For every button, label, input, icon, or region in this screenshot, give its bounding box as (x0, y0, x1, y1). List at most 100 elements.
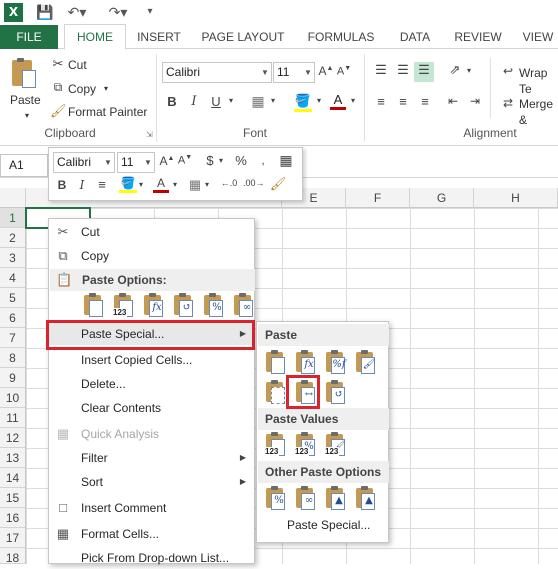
fill-color-dropdown-icon[interactable]: ▾ (314, 96, 324, 105)
align-center-icon[interactable]: ≡ (394, 94, 412, 109)
row-header[interactable]: 1 (0, 208, 26, 228)
tab-data[interactable]: DATA (390, 25, 440, 49)
bold-icon[interactable]: B (55, 178, 69, 192)
tab-review[interactable]: REVIEW (448, 25, 508, 49)
row-header[interactable]: 9 (0, 368, 26, 388)
paste-linked-picture-icon[interactable]: ▲ (353, 486, 377, 512)
paste-keep-source-format-icon[interactable]: 🖌 (353, 350, 377, 376)
paste-no-borders-icon[interactable] (263, 380, 287, 406)
mini-font-name-combo[interactable]: Calibri ▼ (53, 152, 115, 173)
font-color-icon[interactable]: A (330, 92, 346, 110)
paste-values-number-format-icon[interactable]: %123 (293, 432, 317, 458)
row-header[interactable]: 10 (0, 388, 26, 408)
row-header[interactable]: 14 (0, 468, 26, 488)
row-header[interactable]: 5 (0, 288, 26, 308)
row-header[interactable]: 15 (0, 488, 26, 508)
borders-icon[interactable]: ▦ (250, 93, 266, 110)
row-header[interactable]: 11 (0, 408, 26, 428)
row-header[interactable]: 7 (0, 328, 26, 348)
decrease-font-icon[interactable]: A▼ (177, 154, 193, 167)
align-left-icon[interactable]: ≡ (372, 94, 390, 109)
paste-formulas-icon[interactable]: fx (293, 350, 317, 376)
increase-indent-icon[interactable]: ⇥ (466, 94, 484, 108)
decrease-font-icon[interactable]: A▼ (336, 65, 352, 78)
tab-insert[interactable]: INSERT (130, 25, 188, 49)
tab-view[interactable]: VIEW (516, 25, 558, 49)
row-header[interactable]: 16 (0, 508, 26, 528)
bold-icon[interactable]: B (164, 94, 180, 109)
row-header[interactable]: 4 (0, 268, 26, 288)
name-box[interactable]: A1 (0, 154, 48, 177)
format-painter-button[interactable]: Format Painter (68, 104, 147, 120)
paste-values-icon[interactable]: 123 (263, 432, 287, 458)
decrease-indent-icon[interactable]: ⇤ (444, 94, 462, 108)
font-size-combo[interactable]: 11 ▼ (273, 62, 315, 83)
row-header[interactable]: 8 (0, 348, 26, 368)
paste-dropdown-icon[interactable]: ▾ (25, 108, 29, 124)
paste-transpose-icon[interactable]: ↺ (171, 293, 195, 319)
row-header[interactable]: 18 (0, 548, 26, 565)
paste-picture-icon[interactable]: ▲ (323, 486, 347, 512)
row-header[interactable]: 3 (0, 248, 26, 268)
menu-item-delete[interactable]: Delete... (49, 373, 254, 395)
row-header[interactable]: 12 (0, 428, 26, 448)
format-table-icon[interactable]: ▦ (277, 152, 295, 169)
menu-item-insert-copied-cells[interactable]: Insert Copied Cells... (49, 349, 254, 371)
fill-color-dropdown-icon[interactable]: ▾ (137, 180, 145, 189)
orientation-icon[interactable]: ⇗ (446, 62, 464, 78)
row-header[interactable]: 6 (0, 308, 26, 328)
tab-file[interactable]: FILE (0, 25, 58, 49)
column-header-h[interactable]: H (474, 188, 558, 208)
copy-dropdown-icon[interactable]: ▾ (104, 81, 108, 97)
italic-icon[interactable]: I (75, 178, 89, 192)
copy-button[interactable]: Copy (68, 81, 96, 97)
fill-color-icon[interactable]: 🪣 (119, 176, 137, 193)
paste-icon[interactable] (81, 293, 105, 319)
paste-formatting-icon[interactable]: % (201, 293, 225, 319)
menu-item-insert-comment[interactable]: □ Insert Comment (49, 497, 254, 519)
customize-qat-icon[interactable]: ▾ (144, 4, 156, 20)
row-header[interactable]: 2 (0, 228, 26, 248)
select-all-corner[interactable] (0, 188, 26, 208)
underline-icon[interactable]: U (208, 94, 224, 109)
paste-values-source-format-icon[interactable]: 🖌123 (323, 432, 347, 458)
comma-style-icon[interactable]: , (255, 153, 271, 167)
redo-icon[interactable]: ↷▾ (104, 4, 132, 20)
column-header-g[interactable]: G (410, 188, 474, 208)
percent-icon[interactable]: % (233, 153, 249, 168)
increase-decimal-icon[interactable]: ←.0 (219, 178, 239, 188)
paste-formatting-icon[interactable]: % (263, 486, 287, 512)
clipboard-launcher-icon[interactable]: ⇲ (146, 130, 153, 139)
font-name-combo[interactable]: Calibri ▼ (162, 62, 272, 83)
row-header[interactable]: 13 (0, 448, 26, 468)
paste-values-icon[interactable]: 123 (111, 293, 135, 319)
font-color-dropdown-icon[interactable]: ▾ (348, 96, 358, 105)
currency-icon[interactable]: $ (203, 153, 217, 168)
borders-icon[interactable]: ▦ (187, 177, 203, 193)
paste-icon[interactable] (8, 58, 40, 92)
font-color-dropdown-icon[interactable]: ▾ (171, 180, 179, 189)
underline-dropdown-icon[interactable]: ▾ (226, 96, 236, 105)
paste-formulas-icon[interactable]: fx (141, 293, 165, 319)
center-align-icon[interactable]: ≡ (93, 177, 111, 192)
wrap-text-button[interactable]: Wrap Te (519, 65, 558, 97)
menu-item-pick-from-list[interactable]: Pick From Drop-down List... (49, 547, 254, 569)
merge-center-button[interactable]: Merge & (519, 96, 558, 128)
menu-item-filter[interactable]: Filter ▶ (49, 447, 254, 469)
tab-formulas[interactable]: FORMULAS (300, 25, 382, 49)
menu-item-clear-contents[interactable]: Clear Contents (49, 397, 254, 419)
menu-item-cut[interactable]: ✂ Cut (49, 221, 254, 243)
undo-icon[interactable]: ↶▾ (64, 4, 90, 20)
currency-dropdown-icon[interactable]: ▾ (217, 156, 225, 165)
menu-item-sort[interactable]: Sort ▶ (49, 471, 254, 493)
submenu-paste-special-link[interactable]: Paste Special... (287, 518, 370, 532)
column-header-f[interactable]: F (346, 188, 410, 208)
cut-button[interactable]: Cut (68, 57, 87, 73)
decrease-decimal-icon[interactable]: .00→ (243, 178, 265, 188)
fill-color-icon[interactable]: 🪣 (294, 93, 312, 112)
borders-dropdown-icon[interactable]: ▾ (268, 96, 278, 105)
italic-icon[interactable]: I (186, 94, 202, 109)
paste-link-icon[interactable]: ∞ (231, 293, 255, 319)
paste-link-icon[interactable]: ∞ (293, 486, 317, 512)
bottom-align-icon[interactable]: ☰ (414, 62, 434, 82)
